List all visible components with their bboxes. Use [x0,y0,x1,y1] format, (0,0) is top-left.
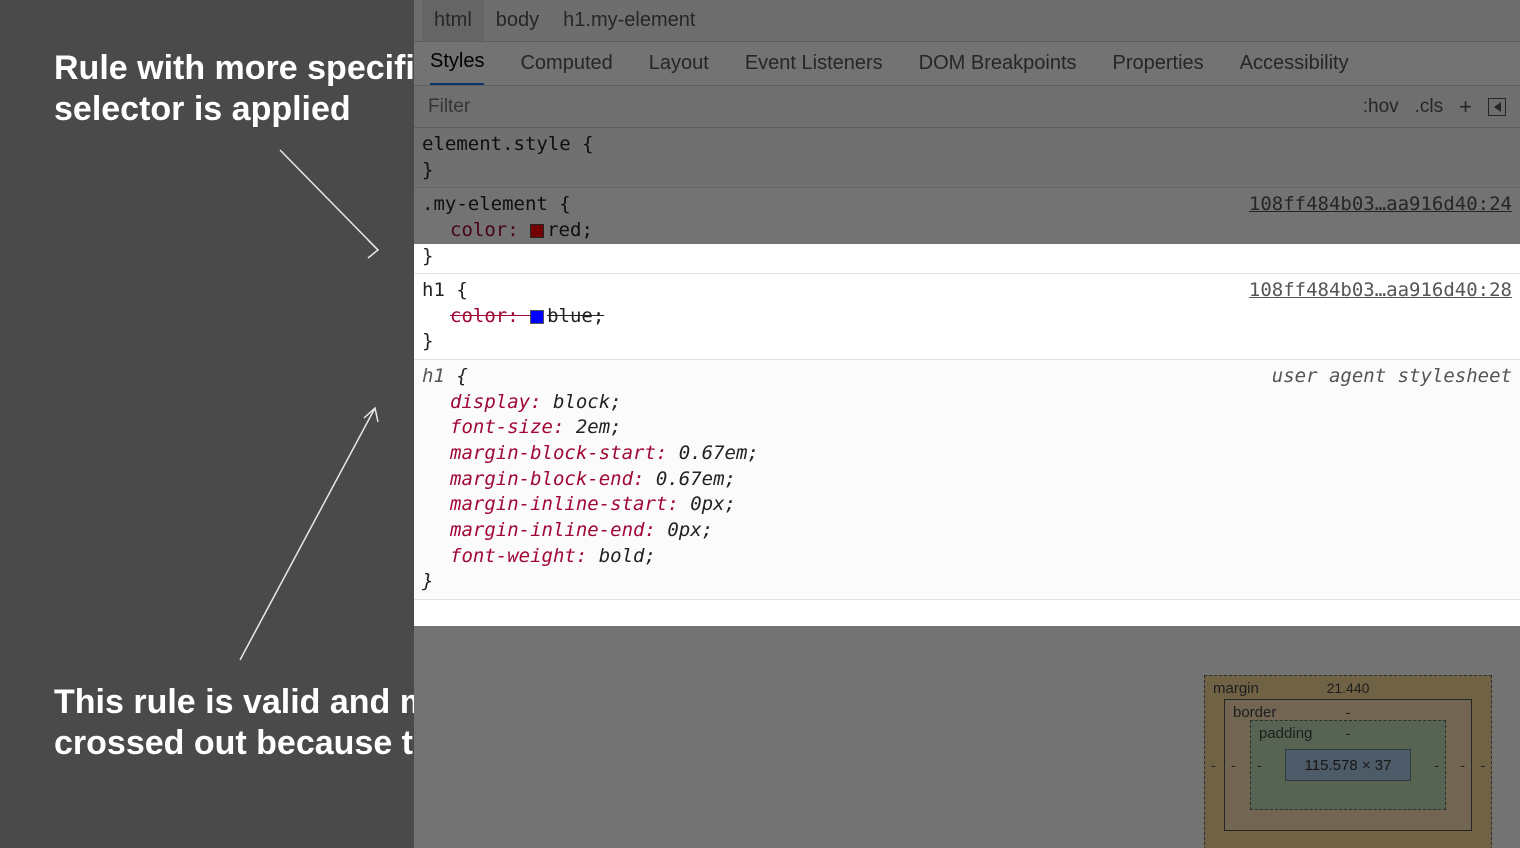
source-link[interactable]: 108ff484b03…aa916d40:24 [1249,192,1512,218]
bm-margin-label: margin [1213,680,1259,697]
breadcrumb-item-html[interactable]: html [422,0,484,41]
rule-user-agent: user agent stylesheet h1 { display: bloc… [414,360,1520,600]
breadcrumb: html body h1.my-element [414,0,1520,42]
bm-padding-label: padding [1259,725,1312,742]
tab-properties[interactable]: Properties [1113,42,1204,85]
bm-margin-top[interactable]: 21.440 [1327,680,1370,696]
breadcrumb-item-h1[interactable]: h1.my-element [551,0,707,41]
ua-declaration: font-weight: bold; [422,544,1512,570]
tab-event-listeners[interactable]: Event Listeners [745,42,883,85]
bm-padding-right[interactable]: - [1434,757,1439,773]
tab-layout[interactable]: Layout [649,42,709,85]
bm-padding-left[interactable]: - [1257,757,1262,773]
bm-content[interactable]: 115.578 × 37 [1285,749,1411,781]
bm-border-right[interactable]: - [1460,757,1465,773]
property-value[interactable]: blue; [547,305,604,327]
selector: element.style [422,133,571,155]
cls-toggle[interactable]: .cls [1415,96,1444,118]
ua-declaration: margin-block-end: 0.67em; [422,467,1512,493]
breadcrumb-item-body[interactable]: body [484,0,551,41]
tab-accessibility[interactable]: Accessibility [1240,42,1349,85]
filter-row: :hov .cls + [414,86,1520,128]
selector: h1 [422,365,445,387]
toggle-sidebar-icon[interactable] [1488,98,1506,116]
filter-input[interactable] [422,92,1363,122]
devtools-panel: html body h1.my-element Styles Computed … [414,0,1520,848]
ua-declaration: margin-block-start: 0.67em; [422,441,1512,467]
new-rule-button[interactable]: + [1459,94,1472,120]
rule-h1-override[interactable]: 108ff484b03…aa916d40:28 h1 { color: blue… [414,274,1520,360]
rule-my-element[interactable]: 108ff484b03…aa916d40:24 .my-element { co… [414,188,1520,274]
selector: h1 [422,279,445,301]
rule-element-style[interactable]: element.style { } [414,128,1520,188]
box-model[interactable]: margin 21.440 - - border - - - padding -… [1204,675,1492,848]
bm-margin-left[interactable]: - [1211,757,1216,773]
property-value[interactable]: red; [547,219,593,241]
tab-computed[interactable]: Computed [520,42,612,85]
styles-tabs: Styles Computed Layout Event Listeners D… [414,42,1520,86]
bm-padding-top[interactable]: - [1346,725,1351,741]
ua-declaration: display: block; [422,390,1512,416]
source-link[interactable]: 108ff484b03…aa916d40:28 [1249,278,1512,304]
bm-margin-right[interactable]: - [1480,757,1485,773]
styles-rules: element.style { } 108ff484b03…aa916d40:2… [414,128,1520,600]
ua-declaration: margin-inline-end: 0px; [422,518,1512,544]
bm-border-top[interactable]: - [1346,704,1351,720]
selector: .my-element [422,193,548,215]
tab-dom-breakpoints[interactable]: DOM Breakpoints [919,42,1077,85]
tab-styles[interactable]: Styles [430,40,484,85]
hov-toggle[interactable]: :hov [1363,96,1399,118]
arrow-bottom-icon [0,0,415,700]
color-swatch-icon[interactable] [530,224,544,238]
user-agent-label: user agent stylesheet [1272,364,1512,390]
ua-declaration: font-size: 2em; [422,415,1512,441]
ua-declaration: margin-inline-start: 0px; [422,492,1512,518]
property-name[interactable]: color: [422,219,519,241]
color-swatch-icon[interactable] [530,310,544,324]
property-name[interactable]: color: [422,305,530,327]
bm-border-label: border [1233,704,1276,721]
bm-border-left[interactable]: - [1231,757,1236,773]
